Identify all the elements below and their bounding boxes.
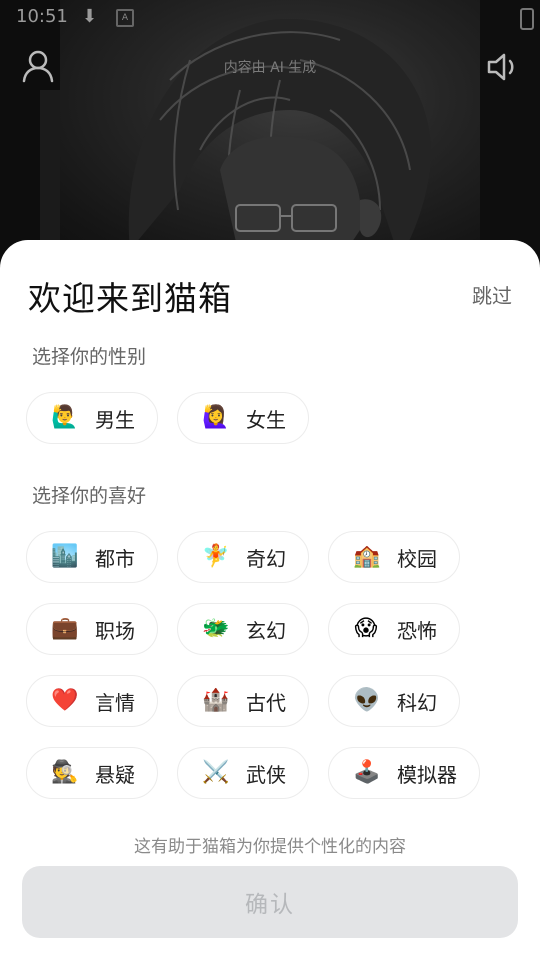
preference-chip-simulator[interactable]: 🕹️ 模拟器 — [328, 747, 480, 799]
status-bar: 10:51 ⬇ A — [0, 0, 540, 36]
crossed-swords-icon: ⚔️ — [202, 760, 230, 785]
chip-label: 悬疑 — [95, 762, 135, 787]
speaker-icon[interactable] — [484, 48, 522, 86]
chip-label: 玄幻 — [246, 618, 286, 643]
chip-label: 男生 — [95, 407, 135, 432]
chip-label: 校园 — [397, 546, 437, 571]
man-raising-hand-icon: 🙋‍♂️ — [51, 405, 79, 430]
battery-icon — [520, 8, 534, 30]
skip-button[interactable]: 跳过 — [472, 280, 512, 309]
gender-section-label: 选择你的性别 — [32, 346, 147, 368]
chip-label: 言情 — [95, 690, 135, 715]
status-time: 10:51 — [16, 6, 68, 27]
school-icon: 🏫 — [353, 544, 381, 569]
ai-generated-note: 内容由 AI 生成 — [223, 60, 317, 76]
alien-icon: 👽 — [353, 688, 381, 713]
preference-chip-wuxia[interactable]: ⚔️ 武侠 — [177, 747, 309, 799]
preference-chip-horror[interactable]: 😱 恐怖 — [328, 603, 460, 655]
preference-chip-xuanhuan[interactable]: 🐲 玄幻 — [177, 603, 309, 655]
briefcase-icon: 💼 — [51, 616, 79, 641]
chip-label: 奇幻 — [246, 546, 286, 571]
dragon-icon: 🐲 — [202, 616, 230, 641]
preference-chip-workplace[interactable]: 💼 职场 — [26, 603, 158, 655]
preference-chip-ancient[interactable]: 🏰 古代 — [177, 675, 309, 727]
preference-chip-fantasy[interactable]: 🧚 奇幻 — [177, 531, 309, 583]
joystick-icon: 🕹️ — [353, 760, 381, 785]
chip-label: 都市 — [95, 546, 135, 571]
chip-label: 恐怖 — [397, 618, 437, 643]
chip-label: 职场 — [95, 618, 135, 643]
chip-label: 科幻 — [397, 690, 437, 715]
preference-chip-romance[interactable]: ❤️ 言情 — [26, 675, 158, 727]
personalization-hint: 这有助于猫箱为你提供个性化的内容 — [134, 837, 406, 857]
gender-chip-male[interactable]: 🙋‍♂️ 男生 — [26, 392, 158, 444]
detective-icon: 🕵️ — [51, 760, 79, 785]
chip-label: 古代 — [246, 690, 286, 715]
woman-raising-hand-icon: 🙋‍♀️ — [202, 405, 230, 430]
cityscape-icon: 🏙️ — [51, 544, 79, 569]
screaming-face-icon: 😱 — [354, 616, 378, 641]
chip-label: 女生 — [246, 407, 286, 432]
background-illustration — [0, 0, 540, 280]
preference-section-label: 选择你的喜好 — [32, 485, 147, 507]
preference-chip-scifi[interactable]: 👽 科幻 — [328, 675, 460, 727]
chip-label: 武侠 — [246, 762, 286, 787]
heart-icon: ❤️ — [51, 688, 79, 713]
preference-chip-mystery[interactable]: 🕵️ 悬疑 — [26, 747, 158, 799]
confirm-button[interactable]: 确认 — [22, 866, 518, 938]
app-notification-icon: A — [116, 9, 134, 27]
download-icon: ⬇ — [82, 6, 98, 27]
fairy-icon: 🧚 — [202, 544, 230, 569]
chip-label: 模拟器 — [397, 762, 457, 787]
castle-icon: 🏰 — [202, 688, 230, 713]
gender-chip-female[interactable]: 🙋‍♀️ 女生 — [177, 392, 309, 444]
preference-chip-urban[interactable]: 🏙️ 都市 — [26, 531, 158, 583]
onboarding-sheet: 欢迎来到猫箱 跳过 选择你的性别 🙋‍♂️ 男生 🙋‍♀️ 女生 选择你的喜好 … — [0, 240, 540, 960]
preference-chip-campus[interactable]: 🏫 校园 — [328, 531, 460, 583]
character-illustration — [0, 0, 540, 280]
sheet-title: 欢迎来到猫箱 — [28, 279, 232, 318]
